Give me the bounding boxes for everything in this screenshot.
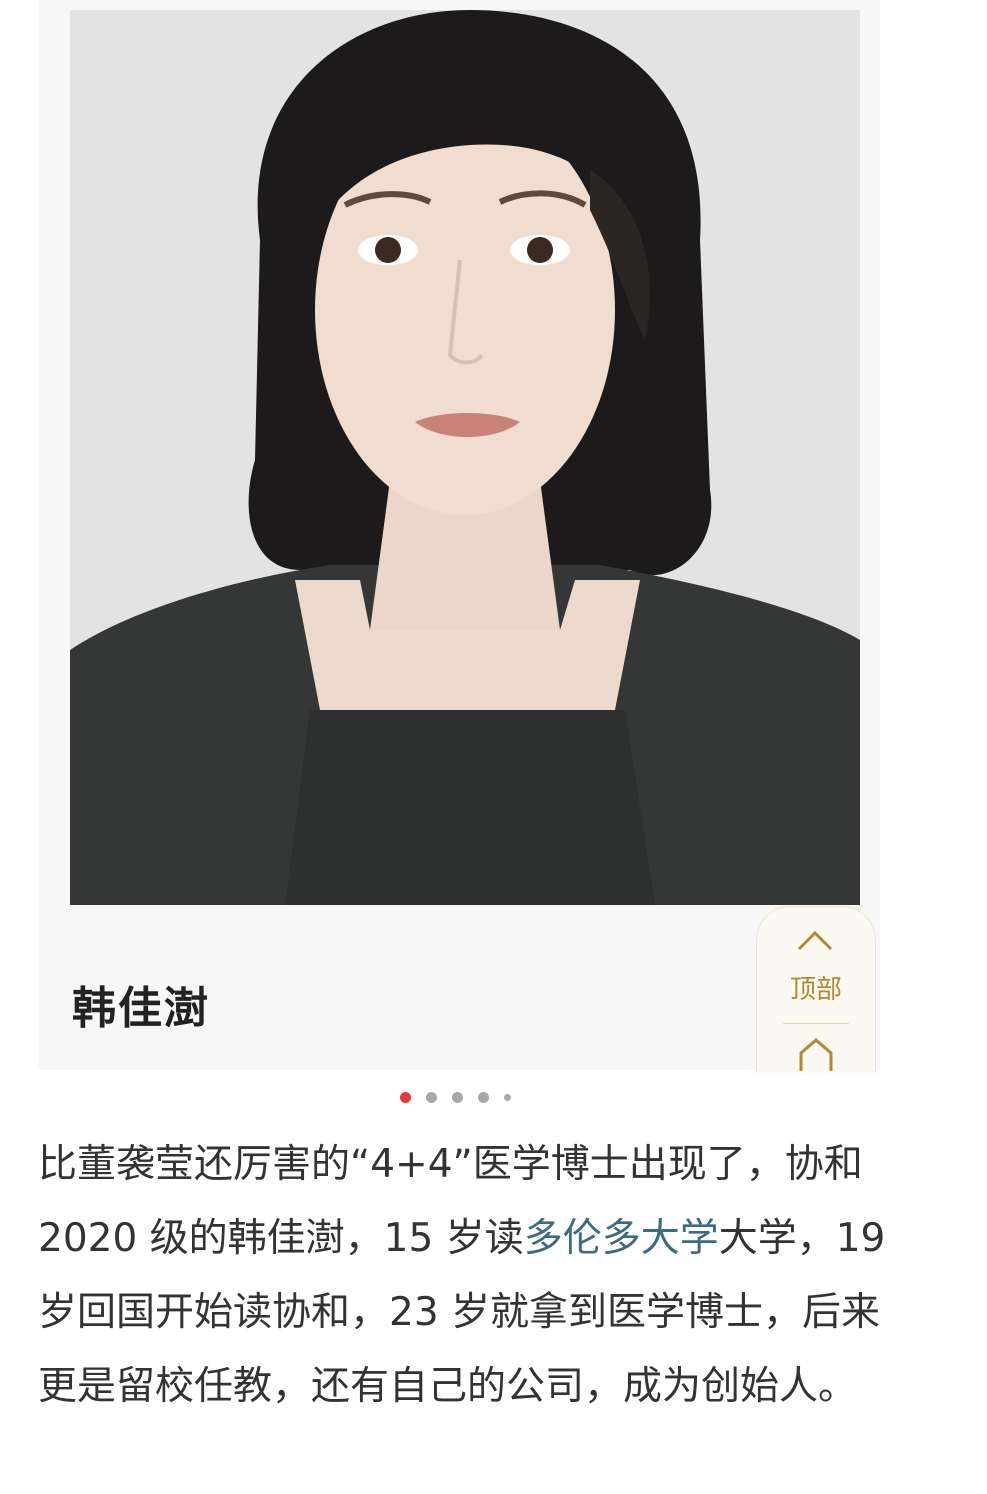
carousel-dot-2[interactable] [426,1092,437,1103]
portrait-photo[interactable] [70,10,860,905]
university-link[interactable]: 多伦多大学 [524,1216,719,1261]
carousel-dot-4[interactable] [478,1092,489,1103]
carousel-indicator [400,1092,511,1103]
home-icon[interactable] [797,1037,835,1073]
back-to-top-label: 顶部 [789,975,842,1005]
back-to-top-button[interactable]: 顶部 [756,906,876,1073]
person-name: 韩佳澍 [72,983,210,1034]
chevron-up-icon [797,930,833,951]
carousel-dot-5[interactable] [504,1094,511,1101]
post-body-text: 比董袭莹还厉害的“4+4”医学博士出现了，协和 2020 级的韩佳澍，15 岁读… [38,1128,908,1424]
carousel-dot-3[interactable] [452,1092,463,1103]
carousel-dot-1[interactable] [400,1092,411,1103]
button-divider [783,1023,849,1024]
